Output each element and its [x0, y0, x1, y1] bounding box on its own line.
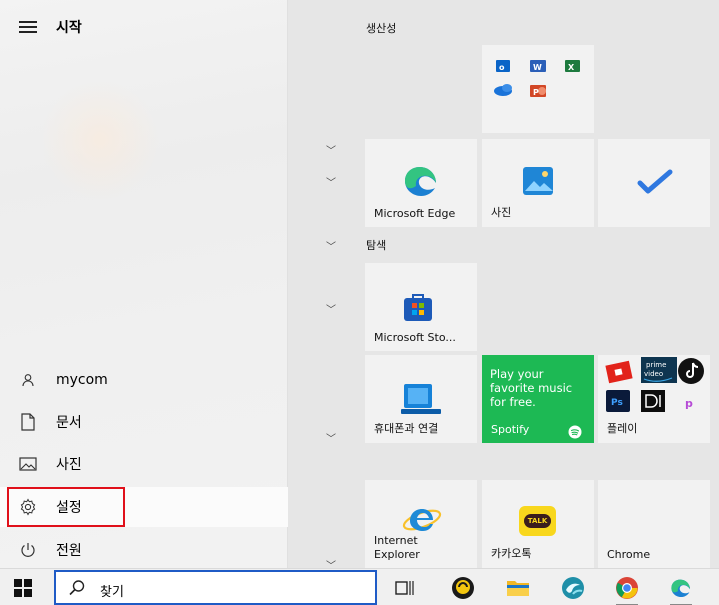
task-view-icon[interactable] [390, 574, 418, 602]
gomplayer-icon[interactable] [449, 574, 477, 602]
office-apps-icons: o W X P [494, 60, 580, 97]
tile-label: 사진 [491, 206, 512, 219]
tile-spotify[interactable]: Play your favorite music for free. Spoti… [482, 355, 594, 443]
settings-highlight-box [7, 487, 125, 527]
taskbar-search-box[interactable]: 찾기 [54, 570, 377, 605]
picture-icon [19, 455, 37, 473]
office-apps-tile[interactable]: o W X P [482, 45, 594, 133]
tile-label: Spotify [491, 423, 530, 436]
tile-todo[interactable] [598, 139, 710, 227]
taskbar: 찾기 [0, 568, 719, 605]
svg-text:X: X [568, 63, 575, 72]
tile-label: 카카오톡 [491, 547, 532, 560]
svg-text:o: o [499, 63, 505, 72]
nav-item-label: 전원 [56, 543, 82, 559]
tile-label: 휴대폰과 연결 [374, 422, 439, 435]
prime-label: prime [646, 361, 666, 369]
hamburger-menu-icon[interactable] [18, 17, 38, 37]
svg-text:P: P [533, 88, 539, 97]
tile-label: Chrome [607, 548, 651, 561]
nav-item-user[interactable]: mycom [0, 360, 288, 400]
edge-icon [405, 167, 436, 196]
tile-internet-explorer[interactable]: Internet Explorer [365, 480, 477, 568]
svg-text:p: p [685, 397, 693, 410]
photos-icon [523, 167, 553, 195]
user-icon [19, 371, 37, 389]
group-title-explore: 탐색 [366, 239, 387, 252]
power-icon [19, 541, 37, 559]
play-folder-icons: prime video Ps p [605, 357, 704, 412]
nav-item-power[interactable]: 전원 [0, 530, 288, 570]
chevron-down-icon[interactable]: ﹀ [326, 435, 336, 445]
tile-chrome[interactable]: Chrome [598, 480, 710, 568]
tile-label: 플레이 [607, 422, 638, 435]
start-title: 시작 [56, 20, 82, 36]
internet-explorer-icon [402, 509, 442, 531]
tile-play-folder[interactable]: prime video Ps p 플레이 [598, 355, 710, 443]
phone-link-icon [401, 384, 441, 414]
file-explorer-icon[interactable] [504, 574, 532, 602]
svg-text:W: W [533, 63, 542, 72]
tile-photos[interactable]: 사진 [482, 139, 594, 227]
svg-text:Ps: Ps [611, 398, 623, 408]
spotify-icon [568, 425, 582, 439]
tile-store[interactable]: Microsoft Sto... [365, 263, 477, 351]
tile-label-line2: Explorer [374, 548, 420, 561]
start-nav-pane: 시작 mycom 문서 사진 설정 전원 [0, 0, 288, 568]
edge-taskbar-icon[interactable] [667, 574, 695, 605]
tile-label: Microsoft Edge [374, 207, 456, 220]
tile-label: Microsoft Sto... [374, 331, 456, 344]
tile-phone-link[interactable]: 휴대폰과 연결 [365, 355, 477, 443]
todo-check-icon [637, 169, 673, 194]
store-icon [404, 294, 432, 321]
chevron-down-icon[interactable]: ﹀ [326, 179, 336, 189]
background-blur [40, 80, 160, 200]
whale-browser-icon[interactable] [559, 574, 587, 602]
tiles-pane: ﹀ ﹀ ﹀ ﹀ ﹀ ﹀ 생산성 o W X P Microsoft Edge 사… [288, 0, 719, 572]
nav-item-label: 사진 [56, 457, 82, 473]
nav-item-pictures[interactable]: 사진 [0, 444, 288, 484]
chevron-down-icon[interactable]: ﹀ [326, 147, 336, 157]
chrome-icon[interactable] [613, 574, 641, 605]
nav-item-label: mycom [56, 372, 108, 388]
group-title-productivity: 생산성 [366, 22, 397, 35]
chevron-down-icon[interactable]: ﹀ [326, 243, 336, 253]
nav-item-documents[interactable]: 문서 [0, 402, 288, 442]
nav-item-label: 문서 [56, 415, 82, 431]
document-icon [19, 413, 37, 431]
tile-edge[interactable]: Microsoft Edge [365, 139, 477, 227]
search-icon [69, 580, 85, 596]
kakaotalk-icon: TALK [519, 506, 556, 536]
tile-label-line1: Internet [374, 534, 418, 547]
spotify-promo-text: Play your favorite music for free. [490, 367, 573, 409]
video-label: video [644, 370, 663, 378]
tile-kakaotalk[interactable]: TALK 카카오톡 [482, 480, 594, 568]
chevron-down-icon[interactable]: ﹀ [326, 306, 336, 316]
windows-start-icon[interactable] [13, 578, 33, 598]
search-text: 찾기 [100, 585, 124, 600]
kakaotalk-badge: TALK [524, 514, 551, 528]
